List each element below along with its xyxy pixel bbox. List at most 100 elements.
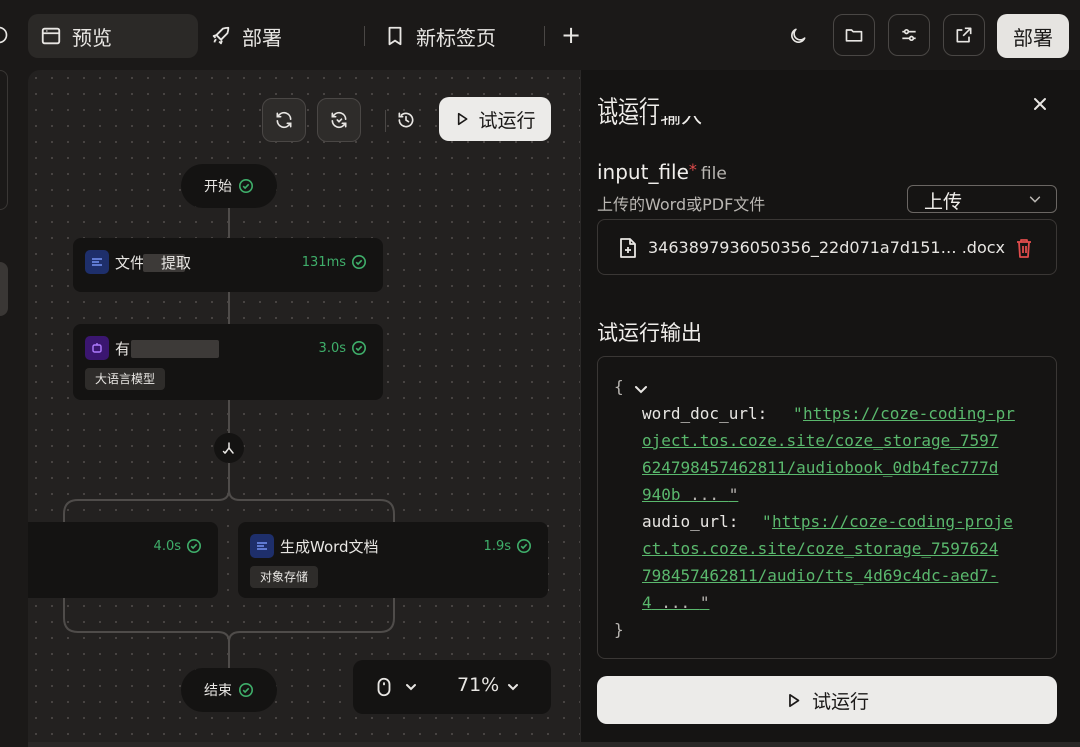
json-url-line[interactable]: 4 ... " [642,589,709,616]
theme-toggle-button[interactable] [786,24,810,48]
node-duration: 3.0s [319,340,367,356]
upload-mode-select[interactable]: 上传 [907,185,1057,213]
json-url-line[interactable]: https://coze-coding-pr [803,400,1015,427]
json-url-line[interactable]: 624798457462811/audiobook_0db4fec777d [642,454,998,481]
json-close-brace: } [614,620,624,639]
tab-label: 预览 [72,25,112,50]
run-label: 试运行 [478,109,536,132]
external-link-icon [956,27,972,43]
sliders-icon [902,29,916,42]
top-bar: 预览 部署 新标签页 + 部署 [0,0,1080,70]
workflow-node-branch-left[interactable]: 4.0s [28,522,218,598]
json-quote: " [762,512,772,531]
tab-label: 部署 [242,25,282,50]
left-panel-edge-button[interactable] [0,262,8,316]
success-check-icon [352,341,366,355]
node-duration: 4.0s [154,538,202,554]
node-duration: 1.9s [484,538,532,554]
history-button[interactable] [384,98,428,142]
canvas-run-button[interactable]: 试运行 [439,97,551,141]
folder-icon [845,29,863,42]
tab-new[interactable]: 新标签页 [372,14,532,58]
field-type: file [700,164,727,184]
settings-button[interactable] [888,14,930,56]
history-icon [398,112,414,128]
workflow-canvas[interactable]: 试运行 开始 文件 提取 131ms 有 3.0s 大语言模型 4.0s 生成W… [28,70,580,742]
help-icon[interactable] [0,24,10,46]
chevron-down-icon[interactable] [403,679,419,695]
json-url-line[interactable]: https://coze-coding-proje [772,508,1013,535]
node-tag: 大语言模型 [85,368,166,390]
json-key: word_doc_url: [642,404,768,423]
left-panel-edge [0,70,8,210]
end-node[interactable]: 结束 [181,668,277,712]
output-section-heading: 试运行输出 [597,321,702,345]
json-url-line[interactable]: 940b ... " [642,481,738,508]
play-icon [789,693,800,707]
refresh-icon [276,111,292,129]
input-field-label: input_file* file [597,160,727,184]
play-icon [458,112,468,126]
node-label: 开始 [204,179,232,195]
chevron-down-icon[interactable] [505,679,521,695]
json-key: audio_url: [642,512,739,531]
success-check-icon [187,539,201,553]
workflow-node-file-extract[interactable]: 文件 提取 131ms [73,238,383,292]
trash-icon[interactable] [1014,237,1034,259]
chevron-down-icon[interactable] [633,381,649,397]
success-check-icon [352,255,366,269]
tab-deploy[interactable]: 部署 [198,14,348,58]
json-quote: " [793,404,803,423]
close-icon[interactable] [1030,94,1050,114]
node-title: 有 [115,340,131,358]
folder-button[interactable] [833,14,875,56]
deploy-button[interactable]: 部署 [997,14,1069,58]
sync-icon [331,111,347,129]
json-url-line[interactable]: ct.tos.coze.site/coze_storage_7597624 [642,535,998,562]
node-type-icon [85,250,109,274]
zoom-level[interactable]: 71% [457,674,499,696]
test-run-button[interactable]: 试运行 [597,676,1057,724]
json-url-line[interactable]: 798457462811/audio/tts_4d69c4dc-aed7- [642,562,998,589]
bottom-scrollbar[interactable] [28,742,1080,747]
node-title: 生成Word文档 [280,538,379,556]
sync-button[interactable] [317,98,361,142]
tab-divider [364,26,365,46]
zoom-control-bar: 71% [353,660,551,714]
input-section-heading: 试运行输入 [597,116,702,128]
node-label: 结束 [204,683,232,699]
node-title-tail: 提取 [161,254,192,272]
success-check-icon [239,179,253,193]
tab-divider [544,26,545,46]
branch-split-icon[interactable] [214,433,244,463]
plus-icon: + [560,21,582,49]
required-mark: * [688,160,697,179]
json-output-viewer: { word_doc_url: " https://coze-coding-pr… [597,356,1057,659]
node-type-icon [85,336,109,360]
open-external-button[interactable] [943,14,985,56]
mouse-icon[interactable] [373,676,395,698]
bookmark-icon [388,26,402,46]
test-run-panel: 试运行 试运行输入 input_file* file 上传的Word或PDF文件 … [580,70,1080,742]
tab-label: 新标签页 [416,25,496,50]
input-field-description: 上传的Word或PDF文件 [597,195,766,214]
moon-icon [791,28,806,43]
chevron-down-icon [1029,196,1041,203]
node-type-icon [250,534,274,558]
success-check-icon [239,683,253,697]
json-url-line[interactable]: oject.tos.coze.site/coze_storage_7597 [642,427,998,454]
browser-window-icon [41,27,61,45]
run-label: 试运行 [811,690,869,713]
tab-preview[interactable]: 预览 [28,14,198,58]
add-tab-button[interactable]: + [560,21,582,49]
file-name: 3463897936050356_22d071a7d151… .docx [648,238,1005,257]
rocket-icon [212,26,230,45]
node-tag: 对象存储 [250,566,319,588]
workflow-node-generate-word[interactable]: 生成Word文档 1.9s 对象存储 [238,522,548,598]
refresh-button[interactable] [262,98,306,142]
node-title: 文件 [115,254,146,272]
workflow-node-llm[interactable]: 有 3.0s 大语言模型 [73,324,383,400]
start-node[interactable]: 开始 [181,164,277,208]
success-check-icon [517,539,531,553]
node-duration: 131ms [302,254,367,270]
